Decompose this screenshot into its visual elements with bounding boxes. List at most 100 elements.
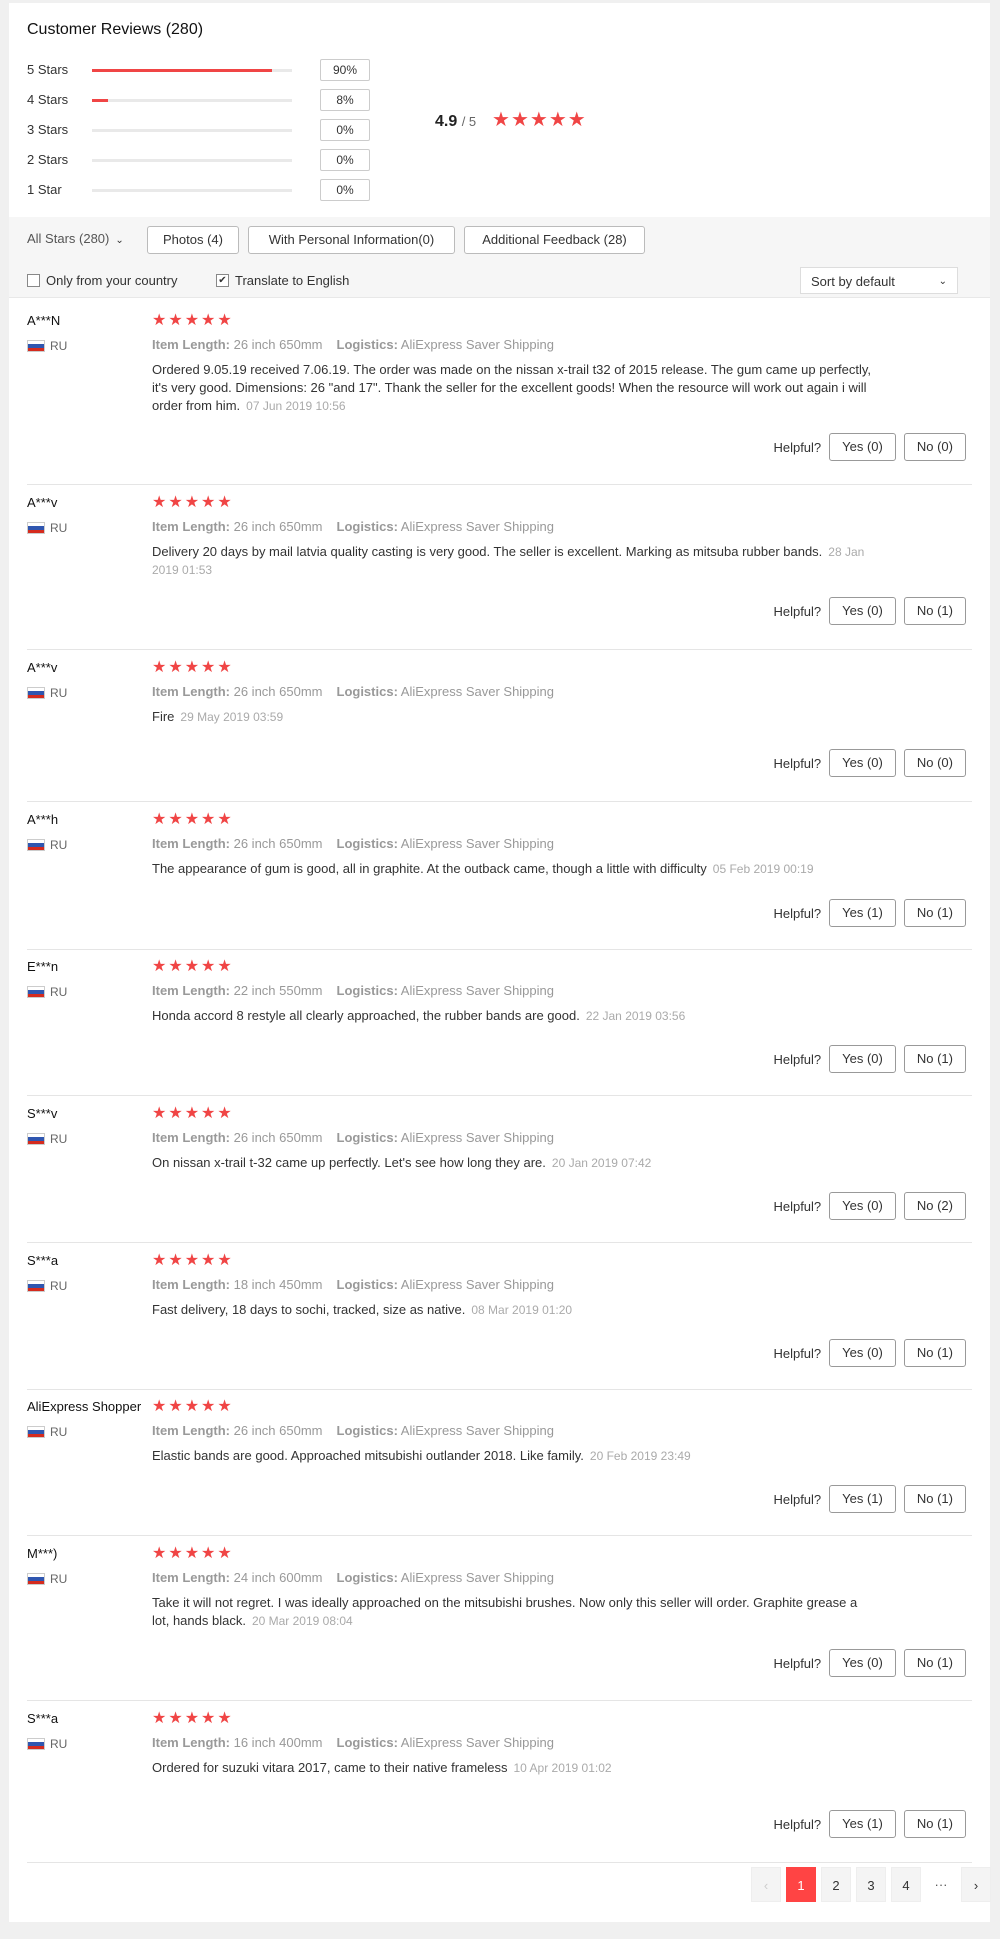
review-meta: Item Length: 26 inch 650mm Logistics: Ali… <box>152 337 554 352</box>
sort-label: Sort by default <box>811 274 895 289</box>
helpful-no-button[interactable]: No (1) <box>903 1485 966 1513</box>
helpful-label: Helpful? <box>773 755 822 771</box>
reviewer-name: A***v <box>27 660 58 675</box>
country-code: RU <box>50 838 68 852</box>
star-icon: ★ <box>152 659 167 676</box>
helpful-label: Helpful? <box>773 1051 822 1067</box>
helpful-no-button[interactable]: No (1) <box>903 1339 966 1367</box>
item-length-value: 26 inch 650mm <box>230 1423 323 1438</box>
reviewer-country: RU <box>27 1279 67 1293</box>
page-button-3[interactable]: 3 <box>856 1867 886 1902</box>
reviews-panel: Customer Reviews (280) 5 Stars 90% 4 Stars… <box>9 3 991 1922</box>
review-item: S***a RU ★ ★ ★ ★ ★ Item Length: 16 inch 400mm Lo… <box>27 1711 972 1863</box>
translate-checkbox[interactable]: ✔ <box>216 274 229 287</box>
review-stars: ★ ★ ★ ★ ★ <box>152 812 232 828</box>
helpful-no-button[interactable]: No (1) <box>903 1045 966 1073</box>
helpful-controls: Helpful? Yes (0) No (1) <box>773 1045 966 1073</box>
star-icon: ★ <box>184 1398 200 1415</box>
only-country-label: Only from your country <box>46 273 178 288</box>
star-icon: ★ <box>217 1105 232 1122</box>
rating-row-label: 5 Stars <box>27 62 69 77</box>
star-icon: ★ <box>201 1710 216 1727</box>
star-icon: ★ <box>201 494 216 511</box>
helpful-no-button[interactable]: No (1) <box>903 597 966 625</box>
star-icon: ★ <box>529 109 548 131</box>
additional-feedback-filter-button[interactable]: Additional Feedback (28) <box>464 226 645 254</box>
helpful-no-button[interactable]: No (0) <box>903 433 966 461</box>
star-icon: ★ <box>217 312 232 329</box>
review-text: Elastic bands are good. Approached mitsu… <box>152 1447 872 1465</box>
country-code: RU <box>50 1132 68 1146</box>
star-icon: ★ <box>152 1710 167 1727</box>
rating-bar <box>92 159 292 162</box>
helpful-label: Helpful? <box>773 1198 822 1214</box>
star-icon: ★ <box>168 659 183 676</box>
review-stars: ★ ★ ★ ★ ★ <box>152 1253 232 1269</box>
photos-filter-button[interactable]: Photos (4) <box>147 226 239 254</box>
helpful-yes-button[interactable]: Yes (0) <box>829 1339 896 1367</box>
helpful-no-button[interactable]: No (2) <box>903 1192 966 1220</box>
rating-bar <box>92 99 292 102</box>
page-button-2[interactable]: 2 <box>821 1867 851 1902</box>
only-country-checkbox[interactable] <box>27 274 40 287</box>
review-stars: ★ ★ ★ ★ ★ <box>152 660 232 676</box>
review-body: The appearance of gum is good, all in gr… <box>152 861 707 876</box>
average-out-of: / 5 <box>461 114 477 129</box>
helpful-yes-button[interactable]: Yes (1) <box>829 1485 896 1513</box>
item-length-value: 26 inch 650mm <box>230 836 323 851</box>
review-item: S***v RU ★ ★ ★ ★ ★ Item Length: 26 inch 650mm Lo… <box>27 1106 972 1243</box>
page-button-1[interactable]: 1 <box>786 1867 816 1902</box>
review-stars: ★ ★ ★ ★ ★ <box>152 313 232 329</box>
helpful-no-button[interactable]: No (0) <box>903 749 966 777</box>
item-length-label: Item Length: <box>152 983 230 998</box>
logistics-value: AliExpress Saver Shipping <box>397 337 554 352</box>
helpful-yes-button[interactable]: Yes (0) <box>829 433 896 461</box>
review-item: A***N RU ★ ★ ★ ★ ★ Item Length: 26 inch 650mm Lo… <box>27 313 972 485</box>
reviewer-name: E***n <box>27 959 59 974</box>
translate-checkbox-row[interactable]: ✔ Translate to English <box>216 273 349 288</box>
helpful-label: Helpful? <box>773 905 822 921</box>
helpful-no-button[interactable]: No (1) <box>903 1649 966 1677</box>
sort-dropdown[interactable]: Sort by default ⌄ <box>800 267 958 294</box>
helpful-no-button[interactable]: No (1) <box>903 899 966 927</box>
reviewer-country: RU <box>27 1132 67 1146</box>
star-icon: ★ <box>152 1398 167 1415</box>
logistics-value: AliExpress Saver Shipping <box>397 1735 554 1750</box>
only-country-checkbox-row[interactable]: Only from your country <box>27 273 178 288</box>
star-icon: ★ <box>152 958 167 975</box>
helpful-yes-button[interactable]: Yes (0) <box>829 1045 896 1073</box>
divider <box>27 1700 972 1701</box>
review-meta: Item Length: 26 inch 650mm Logistics: Ali… <box>152 1130 554 1145</box>
next-page-button[interactable]: › <box>961 1867 991 1902</box>
star-icon: ★ <box>184 1545 200 1562</box>
page-button-4[interactable]: 4 <box>891 1867 921 1902</box>
helpful-yes-button[interactable]: Yes (0) <box>829 597 896 625</box>
country-code: RU <box>50 1572 68 1586</box>
helpful-yes-button[interactable]: Yes (1) <box>829 1810 896 1838</box>
rating-bar <box>92 69 292 72</box>
star-icon: ★ <box>217 811 232 828</box>
reviewer-name: AliExpress Shopper <box>27 1399 142 1414</box>
average-stars: ★ ★ ★ ★ ★ <box>492 110 586 130</box>
helpful-yes-button[interactable]: Yes (0) <box>829 1192 896 1220</box>
review-meta: Item Length: 26 inch 650mm Logistics: Ali… <box>152 1423 554 1438</box>
all-stars-dropdown[interactable]: All Stars (280) ⌄ <box>27 231 124 246</box>
helpful-controls: Helpful? Yes (0) No (0) <box>773 749 966 777</box>
review-text: Fire 29 May 2019 03:59 <box>152 708 872 726</box>
russia-flag-icon <box>27 1738 45 1750</box>
star-icon: ★ <box>184 811 200 828</box>
helpful-yes-button[interactable]: Yes (0) <box>829 1649 896 1677</box>
helpful-yes-button[interactable]: Yes (0) <box>829 749 896 777</box>
review-stars: ★ ★ ★ ★ ★ <box>152 495 232 511</box>
personal-info-filter-button[interactable]: With Personal Information(0) <box>248 226 455 254</box>
star-icon: ★ <box>168 1710 183 1727</box>
rating-percent: 0% <box>320 179 370 201</box>
helpful-controls: Helpful? Yes (1) No (1) <box>773 1810 966 1838</box>
helpful-controls: Helpful? Yes (1) No (1) <box>773 899 966 927</box>
review-item: A***v RU ★ ★ ★ ★ ★ Item Length: 26 inch 650mm Lo… <box>27 660 972 802</box>
helpful-yes-button[interactable]: Yes (1) <box>829 899 896 927</box>
review-text: Honda accord 8 restyle all clearly appro… <box>152 1007 872 1025</box>
prev-page-button[interactable]: ‹ <box>751 1867 781 1902</box>
star-icon: ★ <box>184 494 200 511</box>
helpful-no-button[interactable]: No (1) <box>903 1810 966 1838</box>
